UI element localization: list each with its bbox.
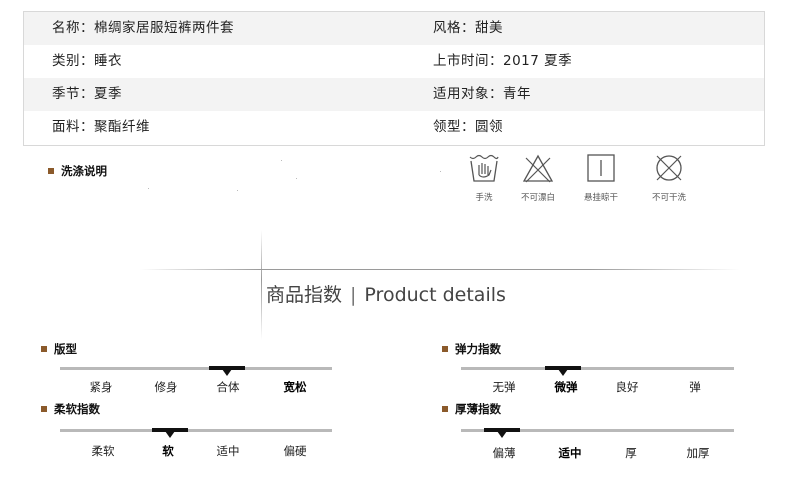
section-marker [41,346,47,352]
scale-pointer-fit [222,369,232,376]
scale-option: 无弹 [492,380,516,394]
attribute-season: 季节：夏季 [52,86,122,102]
section-marker [442,346,448,352]
scale-option: 良好 [615,380,639,394]
scale-track-softness [60,429,332,432]
divider-horizontal [140,269,740,270]
scale-option: 合体 [216,380,240,394]
product-details-heading: 商品指数 | Product details [266,280,506,307]
scale-option: 紧身 [89,380,113,394]
attribute-fabric: 面料：聚酯纤维 [52,119,150,135]
hang-dry-icon [587,154,615,182]
attribute-style: 风格：甜美 [433,20,503,36]
section-marker [48,168,54,174]
decor-dot [237,190,238,191]
decor-dot [148,188,149,189]
scale-option: 厚 [625,446,637,460]
no-bleach-icon [522,154,554,183]
scale-option: 软 [162,444,174,458]
attribute-category: 类别：睡衣 [52,53,122,69]
scale-option: 适中 [216,444,240,458]
no-dry-clean-icon [656,155,682,181]
attribute-row: 面料：聚酯纤维 领型：圆领 [24,111,764,144]
hand-wash-icon [469,154,499,182]
scale-option: 适中 [558,446,582,460]
scale-option: 弹 [689,380,701,394]
attribute-row: 季节：夏季 适用对象：青年 [24,78,764,111]
scale-pointer-thickness [497,431,507,438]
attribute-row: 类别：睡衣 上市时间：2017 夏季 [24,45,764,78]
index-title-elasticity: 弹力指数 [455,342,501,356]
attribute-collar: 领型：圆领 [433,119,503,135]
index-title-softness: 柔软指数 [54,402,100,416]
scale-option: 加厚 [686,446,710,460]
care-no-dry-clean: 不可干洗 [641,153,697,203]
decor-dot [440,171,441,172]
care-label: 手洗 [475,193,493,203]
decor-dot [296,178,297,179]
scale-track-fit [60,367,332,370]
wash-section-title: 洗涤说明 [61,164,107,178]
scale-option: 宽松 [283,380,307,394]
care-label: 不可漂白 [520,193,555,203]
section-marker [41,406,47,412]
care-hand-wash: 手洗 [456,153,512,203]
section-marker [442,406,448,412]
scale-option: 偏薄 [492,446,516,460]
care-label: 不可干洗 [651,193,686,203]
care-no-bleach: 不可漂白 [510,153,566,203]
care-label: 悬挂晾干 [583,193,618,203]
index-title-thickness: 厚薄指数 [455,402,501,416]
scale-pointer-softness [165,431,175,438]
details-title-cn: 商品指数 [266,284,343,306]
scale-track-elasticity [461,367,734,370]
decor-dot [281,160,282,161]
scale-option: 修身 [154,380,178,394]
attribute-row: 名称：棉绸家居服短裤两件套 风格：甜美 [24,12,764,45]
attribute-name: 名称：棉绸家居服短裤两件套 [52,20,234,36]
details-separator: | [350,284,357,306]
scale-option: 偏硬 [283,444,307,458]
divider-vertical [261,230,262,340]
scale-option: 柔软 [91,444,115,458]
attribute-release-time: 上市时间：2017 夏季 [433,53,573,69]
index-title-fit: 版型 [54,342,77,356]
attribute-target: 适用对象：青年 [433,86,531,102]
details-title-en: Product details [364,284,506,306]
attribute-table: 名称：棉绸家居服短裤两件套 风格：甜美 类别：睡衣 上市时间：2017 夏季 季… [23,11,765,146]
scale-pointer-elasticity [558,369,568,376]
care-hang-dry: 悬挂晾干 [573,153,629,203]
scale-option: 微弹 [554,380,578,394]
